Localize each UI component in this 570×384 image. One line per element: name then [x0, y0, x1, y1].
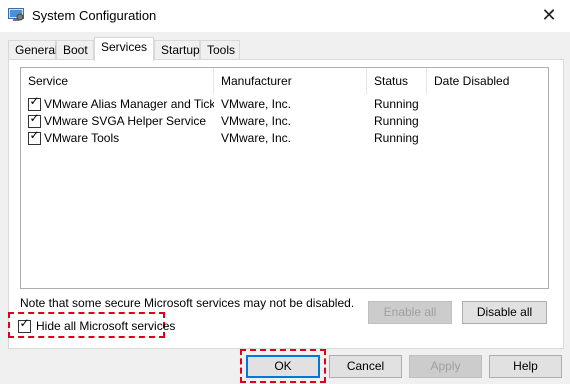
- service-manufacturer: VMware, Inc.: [221, 114, 292, 128]
- service-manufacturer: VMware, Inc.: [221, 131, 292, 145]
- hide-ms-checkbox[interactable]: ✓: [18, 316, 31, 333]
- service-date-disabled: [434, 130, 544, 147]
- service-checkbox[interactable]: ✓: [28, 128, 41, 145]
- list-header: Service Manufacturer Status Date Disable…: [21, 68, 548, 94]
- dialog-body: General Boot Services Startup Tools Serv…: [0, 32, 570, 384]
- service-name: VMware SVGA Helper Service: [44, 114, 207, 128]
- service-name: VMware Tools: [44, 131, 120, 145]
- services-list[interactable]: Service Manufacturer Status Date Disable…: [20, 67, 549, 289]
- window-title: System Configuration: [32, 8, 157, 23]
- ok-button[interactable]: OK: [246, 355, 320, 378]
- tab-tools[interactable]: Tools: [200, 40, 240, 61]
- column-date-disabled[interactable]: Date Disabled: [427, 68, 548, 94]
- check-icon: ✓: [29, 94, 40, 108]
- column-service[interactable]: Service: [21, 68, 214, 94]
- service-checkbox[interactable]: ✓: [28, 111, 41, 128]
- table-row[interactable]: ✓ VMware Tools VMware, Inc. Running: [21, 128, 548, 147]
- service-date-disabled: [434, 113, 544, 130]
- disable-all-button[interactable]: Disable all: [462, 301, 547, 324]
- hide-ms-label: Hide all Microsoft services: [36, 319, 176, 333]
- close-icon[interactable]: ✕: [534, 2, 564, 28]
- check-icon: ✓: [29, 111, 40, 125]
- apply-button[interactable]: Apply: [409, 355, 482, 378]
- column-status[interactable]: Status: [367, 68, 427, 94]
- check-icon: ✓: [29, 128, 40, 142]
- secure-services-note: Note that some secure Microsoft services…: [20, 296, 355, 310]
- msconfig-icon: [8, 8, 24, 21]
- cancel-button[interactable]: Cancel: [329, 355, 402, 378]
- check-icon: ✓: [19, 316, 30, 330]
- service-date-disabled: [434, 96, 544, 113]
- tab-startup[interactable]: Startup: [154, 40, 200, 61]
- tab-general[interactable]: General: [8, 40, 58, 61]
- service-checkbox[interactable]: ✓: [28, 94, 41, 111]
- service-manufacturer: VMware, Inc.: [221, 97, 292, 111]
- service-status: Running: [374, 131, 419, 145]
- services-panel: Service Manufacturer Status Date Disable…: [8, 59, 564, 349]
- tab-boot[interactable]: Boot: [56, 40, 94, 61]
- title-bar: System Configuration ✕: [0, 0, 570, 32]
- service-status: Running: [374, 97, 419, 111]
- help-button[interactable]: Help: [489, 355, 562, 378]
- enable-all-button[interactable]: Enable all: [368, 301, 452, 324]
- tab-services[interactable]: Services: [94, 37, 154, 61]
- service-status: Running: [374, 114, 419, 128]
- table-row[interactable]: ✓ VMware SVGA Helper Service VMware, Inc…: [21, 111, 548, 130]
- table-row[interactable]: ✓ VMware Alias Manager and Ticke… VMware…: [21, 94, 548, 113]
- column-manufacturer[interactable]: Manufacturer: [214, 68, 367, 94]
- service-name: VMware Alias Manager and Ticke…: [44, 97, 214, 111]
